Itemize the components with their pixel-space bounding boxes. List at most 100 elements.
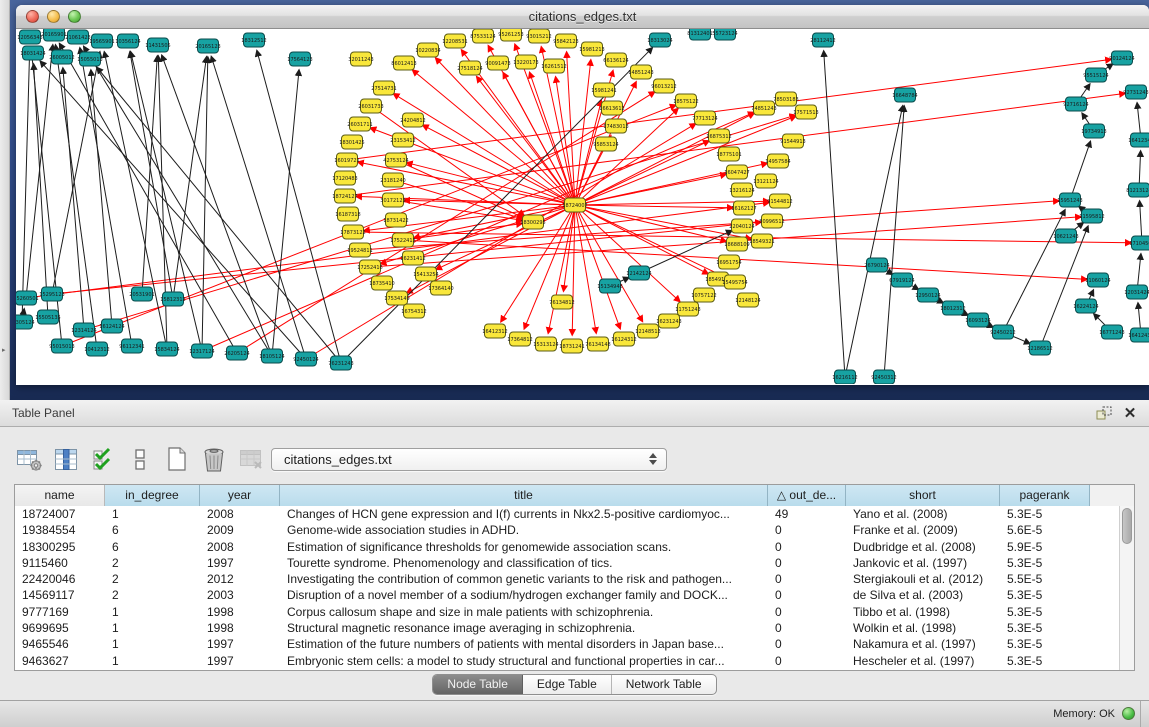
graph-node[interactable]: 15981241 bbox=[591, 83, 616, 97]
graph-node[interactable]: 16648784 bbox=[892, 88, 917, 102]
graph-node[interactable]: 95515124 bbox=[1083, 68, 1108, 82]
graph-node[interactable]: 15295123 bbox=[39, 287, 64, 301]
graph-node[interactable]: 11751243 bbox=[675, 302, 700, 316]
table-row[interactable]: 1938455462009Genome-wide association stu… bbox=[15, 522, 1119, 538]
graph-node[interactable]: 16231412 bbox=[400, 251, 425, 265]
column-header-out_degree[interactable]: △ out_de... bbox=[768, 485, 846, 506]
graph-node[interactable]: 26005012 bbox=[49, 50, 74, 64]
graph-node[interactable]: 18575122 bbox=[673, 94, 698, 108]
graph-node[interactable]: 67919124 bbox=[889, 273, 914, 287]
graph-node[interactable]: 12208531 bbox=[442, 34, 467, 48]
graph-node[interactable]: 24204812 bbox=[400, 113, 425, 127]
graph-node[interactable]: 92716124 bbox=[1063, 97, 1088, 111]
graph-node[interactable]: 96013212 bbox=[651, 79, 676, 93]
graph-node[interactable]: 16047427 bbox=[724, 165, 749, 179]
select-column-icon[interactable] bbox=[51, 445, 81, 473]
graph-node[interactable]: 17534149 bbox=[384, 291, 409, 305]
table-row[interactable]: 946554611997Estimation of the future num… bbox=[15, 636, 1119, 652]
graph-node[interactable]: 23153412 bbox=[390, 133, 415, 147]
graph-node[interactable]: 14957584 bbox=[765, 154, 790, 168]
table-row[interactable]: 946362711997Embryonic stem cells: a mode… bbox=[15, 653, 1119, 669]
graph-node[interactable]: 92731243 bbox=[1123, 85, 1148, 99]
checklist-icon[interactable] bbox=[88, 445, 118, 473]
graph-node[interactable]: 17252416 bbox=[357, 260, 382, 274]
table-row[interactable]: 1456911722003Disruption of a novel membe… bbox=[15, 587, 1119, 603]
graph-node[interactable]: 17364812 bbox=[507, 332, 532, 346]
graph-node[interactable]: 12314124 bbox=[71, 323, 96, 337]
graph-node[interactable]: 12148124 bbox=[735, 293, 760, 307]
graph-node[interactable]: 16613612 bbox=[599, 101, 624, 115]
graph-node[interactable]: 26205124 bbox=[224, 346, 249, 360]
graph-node[interactable]: 19524811 bbox=[347, 243, 372, 257]
graph-node[interactable]: 27518124 bbox=[457, 61, 482, 75]
graph-node[interactable]: 26790124 bbox=[864, 258, 889, 272]
graph-node[interactable]: 17564123 bbox=[287, 52, 312, 66]
graph-node[interactable]: 18731241 bbox=[559, 339, 584, 353]
graph-node[interactable]: 16412431 bbox=[1128, 328, 1149, 342]
graph-node[interactable]: 10757122 bbox=[691, 288, 716, 302]
graph-node[interactable]: 11595812 bbox=[1079, 209, 1104, 223]
graph-node[interactable]: 16261512 bbox=[541, 59, 566, 73]
graph-node[interactable]: 91544812 bbox=[767, 194, 792, 208]
graph-node[interactable]: 16216112 bbox=[832, 370, 857, 384]
table-row[interactable]: 911546021997Tourette syndrome. Phenomeno… bbox=[15, 555, 1119, 571]
graph-node[interactable]: 18688109 bbox=[724, 237, 749, 251]
graph-node[interactable]: 18724007 bbox=[562, 198, 587, 212]
graph-node[interactable]: 95261253 bbox=[498, 29, 523, 41]
graph-node[interactable]: 15812312 bbox=[160, 292, 185, 306]
graph-node[interactable]: 18031424 bbox=[20, 46, 45, 60]
graph-node[interactable]: 16162127 bbox=[731, 201, 756, 215]
graph-node[interactable]: 74851243 bbox=[751, 101, 776, 115]
graph-node[interactable]: 13216124 bbox=[729, 183, 754, 197]
graph-node[interactable]: 77713124 bbox=[692, 111, 717, 125]
float-window-icon[interactable] bbox=[1093, 404, 1115, 422]
graph-node[interactable]: 18735410 bbox=[369, 276, 394, 290]
graph-node[interactable]: 18300295 bbox=[520, 215, 545, 229]
graph-node[interactable]: 18105124 bbox=[259, 349, 284, 363]
column-header-pagerank[interactable]: pagerank bbox=[1000, 485, 1090, 506]
graph-node[interactable]: 18731422 bbox=[383, 213, 408, 227]
graph-node[interactable]: 16224124 bbox=[1073, 299, 1098, 313]
graph-node[interactable]: 27514731 bbox=[371, 81, 396, 95]
graph-node[interactable]: 18301425 bbox=[339, 135, 364, 149]
graph-node[interactable]: 21061423 bbox=[65, 30, 90, 44]
graph-node[interactable]: 42753124 bbox=[383, 153, 408, 167]
new-document-icon[interactable] bbox=[162, 445, 192, 473]
table-vertical-scrollbar[interactable] bbox=[1119, 506, 1134, 670]
graph-node[interactable]: 26031733 bbox=[358, 99, 383, 113]
graph-node[interactable]: 91544913 bbox=[780, 134, 805, 148]
graph-node[interactable]: 10412312 bbox=[84, 342, 109, 356]
scrollbar-thumb[interactable] bbox=[1122, 508, 1132, 544]
graph-node[interactable]: 16124312 bbox=[611, 332, 636, 346]
graph-node[interactable]: 16124124 bbox=[99, 319, 124, 333]
graph-node[interactable]: 16875312 bbox=[706, 129, 731, 143]
graph-node[interactable]: 16754312 bbox=[401, 304, 426, 318]
column-header-title[interactable]: title bbox=[280, 485, 768, 506]
graph-node[interactable]: 92450312 bbox=[871, 370, 896, 384]
network-canvas[interactable]: 1872400727514731260317332603171118301425… bbox=[16, 29, 1149, 384]
memory-ok-indicator-icon[interactable] bbox=[1122, 707, 1135, 720]
column-header-year[interactable]: year bbox=[200, 485, 280, 506]
tab-network-table[interactable]: Network Table bbox=[612, 675, 716, 694]
graph-node[interactable]: 13121124 bbox=[753, 174, 778, 188]
graph-node[interactable]: 78503183 bbox=[773, 92, 798, 106]
graph-node[interactable]: 16187318 bbox=[335, 207, 360, 221]
graph-node[interactable]: 15981213 bbox=[579, 42, 604, 56]
network-window-titlebar[interactable]: citations_edges.txt bbox=[16, 5, 1149, 29]
graph-node[interactable]: 11060124 bbox=[1085, 273, 1110, 287]
table-row[interactable]: 969969511998Structural magnetic resonanc… bbox=[15, 620, 1119, 636]
graph-node[interactable]: 13305124 bbox=[16, 315, 35, 329]
graph-node[interactable]: 12186512 bbox=[1027, 341, 1052, 355]
graph-node[interactable]: 16771243 bbox=[1099, 325, 1124, 339]
graph-node[interactable]: 81312401 bbox=[687, 29, 712, 40]
table-row[interactable]: 1872400712008Changes of HCN gene express… bbox=[15, 506, 1119, 522]
graph-node[interactable]: 20165123 bbox=[195, 39, 220, 53]
trash-icon[interactable] bbox=[199, 445, 229, 473]
graph-node[interactable]: 18312512 bbox=[241, 33, 266, 47]
graph-node[interactable]: 92450212 bbox=[990, 325, 1015, 339]
graph-node[interactable]: 16231243 bbox=[656, 314, 681, 328]
table-row[interactable]: 2242004622012Investigating the contribut… bbox=[15, 571, 1119, 587]
graph-node[interactable]: 18313024 bbox=[647, 33, 672, 47]
table-row[interactable]: 977716911998Corpus callosum shape and si… bbox=[15, 604, 1119, 620]
graph-node[interactable]: 95853124 bbox=[593, 137, 618, 151]
